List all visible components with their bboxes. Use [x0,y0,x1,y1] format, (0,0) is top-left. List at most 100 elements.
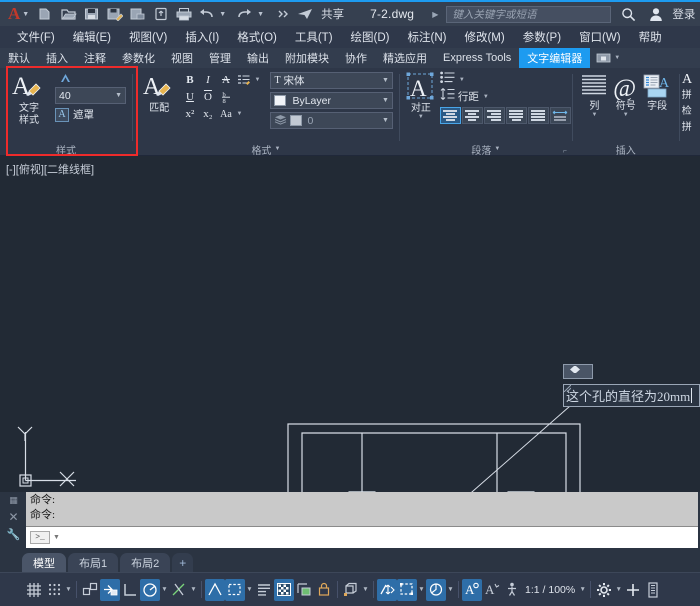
ribbon-tab-insert[interactable]: 插入 [38,48,76,68]
align-left-button[interactable] [439,107,461,124]
mtext-resize-grip[interactable] [564,385,571,392]
align-right-button[interactable] [483,107,505,124]
ribbon-tab-text-editor[interactable]: 文字编辑器 [519,48,591,68]
font-name-combo[interactable]: T 宋体 ▼ [270,72,393,89]
lock-ui-icon[interactable] [314,579,334,601]
mtext-input[interactable]: 这个孔的直径为20mm [563,384,700,407]
text-height-combo[interactable]: 40 ▼ [55,87,126,104]
ribbon-tab-parametric[interactable]: 参数化 [114,48,163,68]
align-distributed-button[interactable] [527,107,549,124]
polar-tracking-caret-icon[interactable]: ▼ [160,586,169,593]
text-style-button[interactable]: A 文字 样式 [6,72,52,126]
fullscreen-icon[interactable] [643,579,663,601]
ribbon-tab-output[interactable]: 输出 [239,48,277,68]
italic-button[interactable]: I [199,72,216,88]
columns-caret-icon[interactable]: ▼ [591,112,597,118]
menu-item-help[interactable]: 帮助 [630,29,671,45]
style-dropdown-icon[interactable] [55,72,126,84]
menu-item-format[interactable]: 格式(O) [228,29,286,45]
autocad-logo-icon[interactable]: A [0,4,22,24]
application-menu-caret-icon[interactable]: ▼ [22,11,29,18]
columns-button[interactable]: 列 ▼ [579,74,610,118]
selection-cycling-icon[interactable] [274,578,294,601]
bullets-numbering-button[interactable] [235,72,252,88]
add-layout-button[interactable]: + [172,553,194,572]
object-snap-tracking-caret-icon[interactable]: ▼ [189,586,198,593]
ribbon-tab-addins[interactable]: 附加模块 [277,48,337,68]
symbol-button[interactable]: @ 符号 ▼ [610,74,641,118]
menu-item-parametric[interactable]: 参数(P) [514,29,570,45]
superscript-button[interactable]: x² [181,106,198,122]
infer-constraints-icon[interactable] [80,579,100,601]
autoscale-annotation-icon[interactable] [397,578,417,601]
menu-item-tools[interactable]: 工具(T) [286,29,342,45]
paragraph-settings-button[interactable] [549,107,571,124]
annotation-monitor-icon[interactable]: A [462,578,482,601]
strikethrough-button[interactable]: A [217,72,234,88]
plot-icon[interactable] [173,5,194,24]
send-icon[interactable] [295,5,316,24]
polar-tracking-icon[interactable] [140,578,160,601]
new-file-icon[interactable] [35,5,56,24]
autoscale-caret-icon[interactable]: ▼ [417,586,426,593]
object-snap-tracking-icon[interactable] [169,579,189,601]
annotation-scale-value[interactable]: 1:1 / 100% [522,584,578,596]
menu-item-edit[interactable]: 编辑(E) [64,29,120,45]
snap-mode-caret-icon[interactable]: ▼ [64,586,73,593]
cloud-save-icon[interactable] [150,5,171,24]
ribbon-tab-manage[interactable]: 管理 [201,48,239,68]
3d-object-snap-icon[interactable] [294,579,314,601]
overline-button[interactable]: O [199,89,216,105]
ribbon-tab-home[interactable]: 默认 [0,48,38,68]
add-tool-icon[interactable] [623,579,643,601]
justify-caret-icon[interactable]: ▼ [418,114,424,120]
login-button[interactable]: 登录 [672,6,695,22]
text-color-caret-icon[interactable]: ▼ [378,97,389,104]
lineweight-caret-icon[interactable]: ▼ [245,586,254,593]
match-properties-button[interactable]: A 匹配 [139,72,180,114]
paragraph-panel-expand-icon[interactable]: ▼ [494,146,500,152]
menu-item-file[interactable]: 文件(F) [8,29,64,45]
transparency-icon[interactable] [254,579,274,601]
command-close-icon[interactable]: ✕ [8,510,18,524]
menu-item-view[interactable]: 视图(V) [120,29,176,45]
isolate-objects-icon[interactable] [341,579,361,601]
format-panel-expand-icon[interactable]: ▼ [274,146,280,152]
more-commands-icon[interactable] [272,5,293,24]
font-name-caret-icon[interactable]: ▼ [378,77,389,84]
subscript-button[interactable]: x₂ [199,106,216,122]
undo-icon[interactable] [196,5,217,24]
text-height-caret-icon[interactable]: ▼ [111,92,122,99]
menu-item-dimension[interactable]: 标注(N) [399,29,456,45]
command-drag-handle-icon[interactable]: ▦ [9,495,17,506]
search-icon[interactable] [618,5,639,24]
ribbon-tab-express[interactable]: Express Tools [435,48,519,68]
ribbon-tab-view[interactable]: 视图 [163,48,201,68]
redo-dropdown-icon[interactable]: ▼ [257,11,264,18]
paragraph-dialog-launcher-icon[interactable]: ⌐ [563,148,567,155]
isolate-objects-caret-icon[interactable]: ▼ [361,586,370,593]
mask-toggle[interactable]: A 遮罩 [55,107,126,122]
ribbon-tab-collaborate[interactable]: 协作 [337,48,375,68]
menu-item-window[interactable]: 窗口(W) [570,29,630,45]
export-icon[interactable] [127,5,148,24]
align-justify-button[interactable] [505,107,527,124]
underline-button[interactable]: U [181,89,198,105]
drawing-canvas[interactable]: [-][俯视][二维线框] 这个孔的直径为20mm [0,156,700,492]
user-account-icon[interactable] [645,5,666,24]
ortho-mode-icon[interactable] [120,579,140,601]
redo-icon[interactable] [234,5,255,24]
menu-item-modify[interactable]: 修改(M) [455,29,513,45]
search-input[interactable]: 键入关键字或短语 [446,5,612,23]
open-file-icon[interactable] [58,5,79,24]
ribbon-tab-featured[interactable]: 精选应用 [375,48,435,68]
save-as-icon[interactable] [104,5,125,24]
symbol-caret-icon[interactable]: ▼ [623,112,629,118]
align-center-button[interactable] [461,107,483,124]
workspace-switching-icon[interactable] [426,578,446,601]
line-spacing-icon[interactable] [440,87,455,106]
dynamic-input-icon[interactable] [100,578,120,601]
layout-tab-layout2[interactable]: 布局2 [120,553,171,572]
command-prompt-caret-icon[interactable]: ▼ [53,534,60,541]
bullets-list-caret-icon[interactable]: ▼ [458,77,466,83]
